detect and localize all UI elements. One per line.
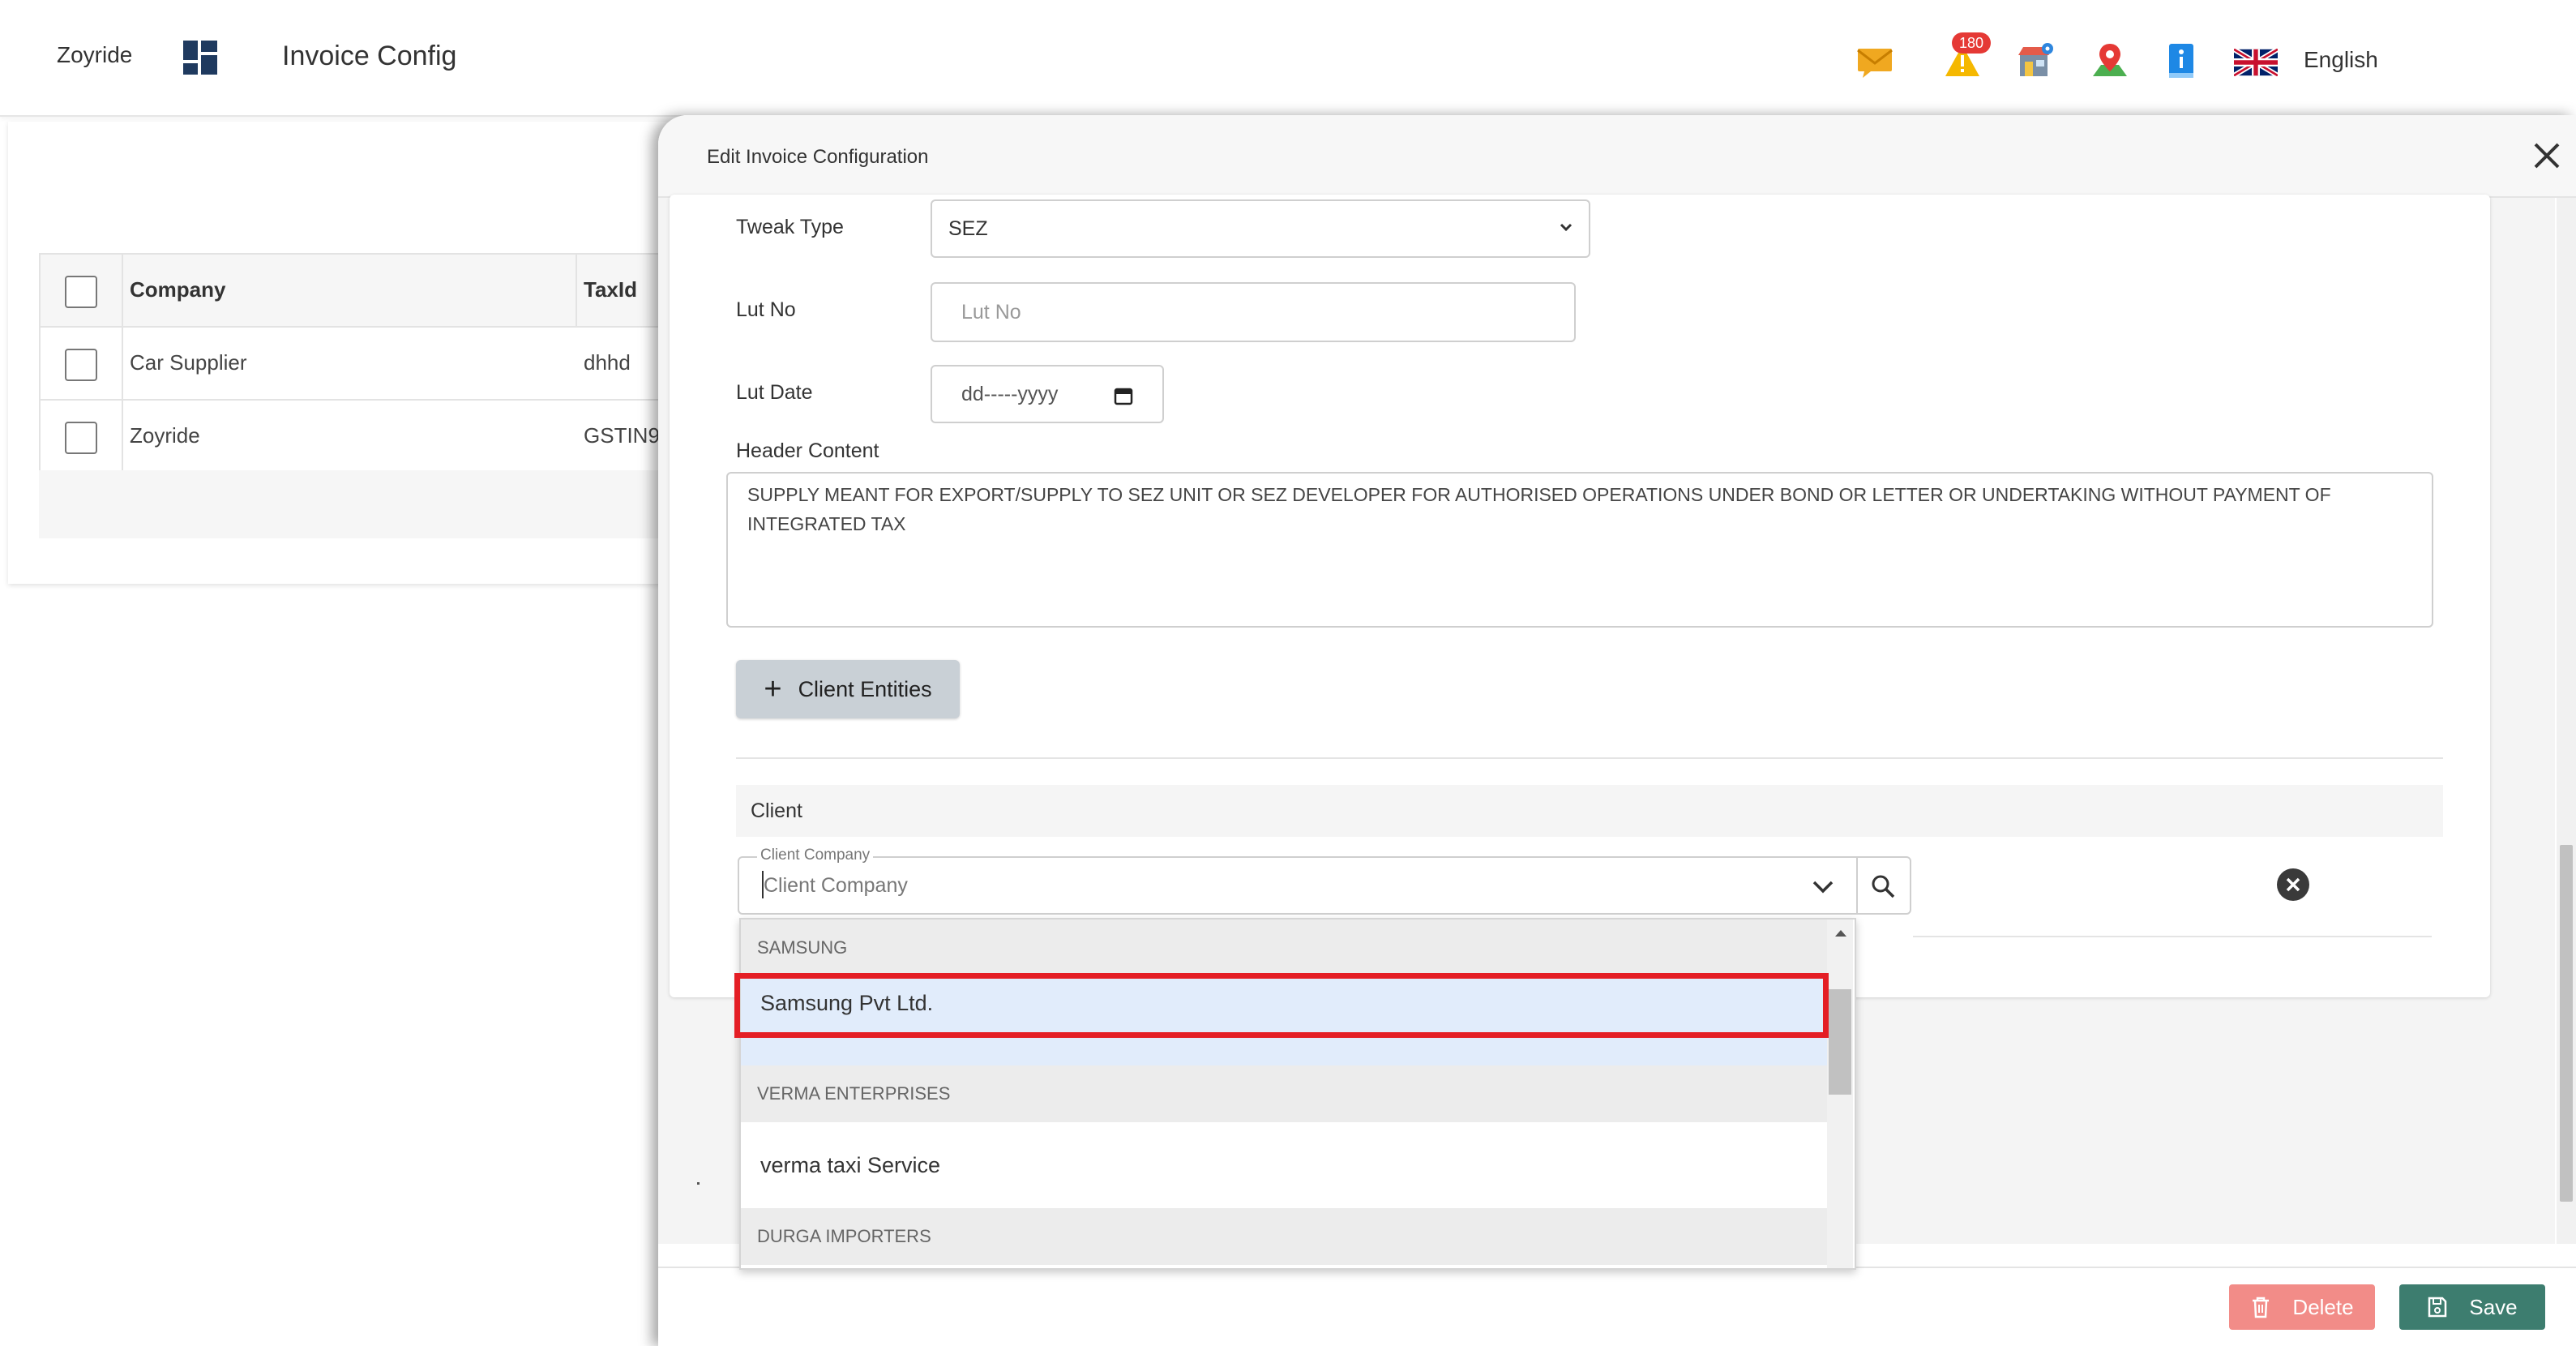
client-entities-label: Client Entities [798,676,932,701]
client-company-label: Client Company [757,847,874,864]
column-header-company[interactable]: Company [130,277,225,302]
mail-icon[interactable] [1855,41,1895,81]
lut-no-placeholder: Lut No [961,300,1021,324]
page-title: Invoice Config [282,41,457,71]
delete-button[interactable]: Delete [2229,1284,2375,1330]
header-content-label: Header Content [736,439,879,462]
dropdown-group-header: VERMA ENTERPRISES [741,1065,1827,1122]
client-company-dropdown[interactable]: SAMSUNG Samsung Pvt Ltd. VERMA ENTERPRIS… [739,918,1856,1270]
trash-icon [2253,1297,2270,1318]
top-header: Zoyride Invoice Config 180 English [0,0,2576,117]
dropdown-option[interactable]: verma taxi Service [741,1122,1827,1208]
search-icon[interactable] [1869,872,1897,900]
dropdown-group-header: DURGA IMPORTERS [741,1208,1827,1265]
lut-date-placeholder: dd-----yyyy [961,382,1059,405]
section-divider [736,757,2443,759]
lut-date-input[interactable]: dd-----yyyy [931,365,1164,423]
company-cell: Car Supplier [130,350,247,375]
tweak-type-label: Tweak Type [736,216,844,238]
chevron-down-icon[interactable] [1811,876,1835,897]
row-checkbox[interactable] [65,422,97,454]
save-button-label: Save [2469,1294,2518,1319]
client-company-combobox[interactable]: Client Company Client Company [738,847,1911,915]
row-checkbox[interactable] [65,349,97,381]
lut-no-label: Lut No [736,298,796,321]
map-pin-icon[interactable] [2090,41,2130,81]
lut-no-input[interactable]: Lut No [931,282,1576,342]
drawer-footer: Delete Save [658,1267,2576,1346]
scroll-up-arrow-icon[interactable] [1834,928,1848,937]
language-selector[interactable]: English [2304,47,2378,73]
column-header-taxid[interactable]: TaxId [584,277,637,302]
grid-icon[interactable] [183,41,217,75]
uk-flag-icon[interactable] [2234,49,2278,76]
client-company-input[interactable]: Client Company [764,874,908,898]
alert-count-badge: 180 [1952,32,1991,54]
clear-icon[interactable] [2276,868,2310,902]
save-icon [2428,1297,2447,1318]
save-button[interactable]: Save [2399,1284,2545,1330]
chevron-down-icon [1560,223,1573,232]
add-client-entities-button[interactable]: + Client Entities [736,660,960,718]
drawer-title: Edit Invoice Configuration [707,146,929,168]
header-content-textarea[interactable]: SUPPLY MEANT FOR EXPORT/SUPPLY TO SEZ UN… [726,472,2433,628]
tweak-type-value: SEZ [948,216,988,240]
highlighted-option-outline [734,973,1829,1038]
plus-icon: + [764,672,782,706]
dropdown-group-header: SAMSUNG [741,919,1827,976]
lut-date-label: Lut Date [736,381,813,404]
client-section-header: Client [736,785,2443,837]
brand-name[interactable]: Zoyride [57,42,132,68]
company-cell: Zoyride [130,423,200,448]
select-all-checkbox[interactable] [65,276,97,308]
taxid-cell: dhhd [584,350,631,375]
drawer-scroll-thumb[interactable] [2560,845,2573,1202]
store-icon[interactable] [2015,41,2056,81]
close-icon[interactable] [2531,139,2563,172]
drawer-header: Edit Invoice Configuration [658,115,2576,198]
info-book-icon[interactable] [2161,41,2202,81]
client-section-title: Client [751,799,802,822]
dropdown-scroll-thumb[interactable] [1829,989,1851,1095]
calendar-icon[interactable] [1114,386,1133,405]
tweak-type-select[interactable]: SEZ [931,199,1590,258]
delete-button-label: Delete [2292,1294,2354,1319]
